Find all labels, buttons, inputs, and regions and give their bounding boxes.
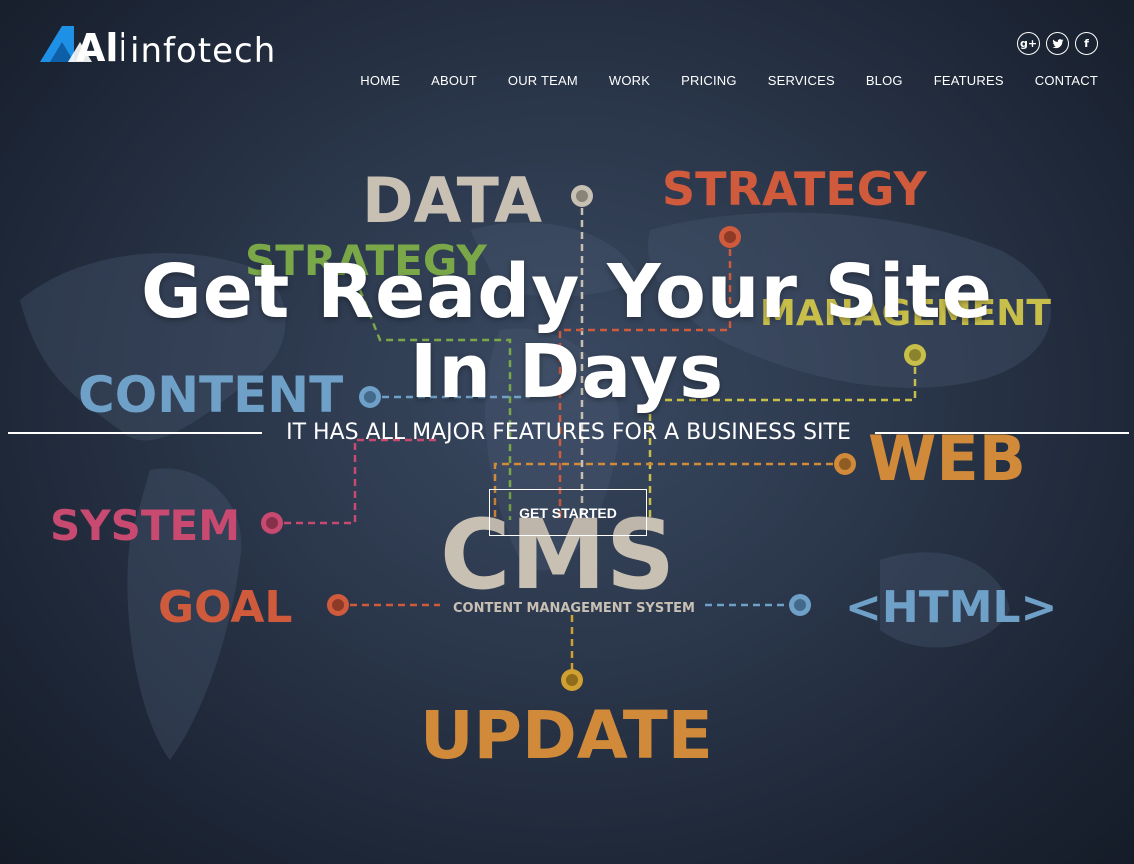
google-plus-icon[interactable]: g+ — [1017, 32, 1040, 55]
facebook-icon[interactable]: f — [1075, 32, 1098, 55]
hero-headline-line-1: Get Ready Your Site — [141, 249, 993, 335]
bg-word-data: DATA — [362, 164, 542, 237]
logo-mark-text: Ali — [76, 26, 124, 64]
brand-name: infotech — [130, 31, 277, 71]
hero-headline: Get Ready Your Site In Days — [0, 252, 1134, 412]
nav-item-blog[interactable]: BLOG — [866, 73, 903, 88]
nav-item-our-team[interactable]: OUR TEAM — [508, 73, 578, 88]
hero-subtitle-row: IT HAS ALL MAJOR FEATURES FOR A BUSINESS… — [8, 420, 1129, 445]
bg-word-update: UPDATE — [420, 697, 713, 774]
hero-section: DATA STRATEGY STRATEGY MANAGEMENT CONTEN… — [0, 0, 1134, 864]
nav-item-about[interactable]: ABOUT — [431, 73, 477, 88]
nav-item-features[interactable]: FEATURES — [934, 73, 1004, 88]
hero-headline-line-2: In Days — [409, 329, 725, 415]
bg-word-goal: GOAL — [158, 582, 292, 633]
main-nav: HOME ABOUT OUR TEAM WORK PRICING SERVICE… — [360, 73, 1098, 88]
hero-subtitle: IT HAS ALL MAJOR FEATURES FOR A BUSINESS… — [286, 420, 851, 445]
subtitle-divider-right — [874, 431, 1129, 434]
bg-word-html: <HTML> — [845, 582, 1057, 633]
bg-word-cms-caption: CONTENT MANAGEMENT SYSTEM — [453, 601, 695, 616]
nav-item-home[interactable]: HOME — [360, 73, 400, 88]
social-links: g+ f — [1017, 32, 1098, 55]
nav-item-services[interactable]: SERVICES — [768, 73, 835, 88]
nav-item-work[interactable]: WORK — [609, 73, 650, 88]
logo-mark-icon: Ali — [40, 26, 124, 64]
bg-word-system: SYSTEM — [50, 501, 240, 550]
brand-logo[interactable]: Ali infotech — [40, 24, 276, 68]
get-started-button[interactable]: GET STARTED — [489, 489, 647, 536]
subtitle-divider-left — [8, 431, 263, 434]
nav-item-contact[interactable]: CONTACT — [1035, 73, 1098, 88]
nav-item-pricing[interactable]: PRICING — [681, 73, 737, 88]
twitter-icon[interactable] — [1046, 32, 1069, 55]
bg-word-strategy-top: STRATEGY — [662, 162, 928, 216]
twitter-bird-icon — [1052, 38, 1063, 48]
